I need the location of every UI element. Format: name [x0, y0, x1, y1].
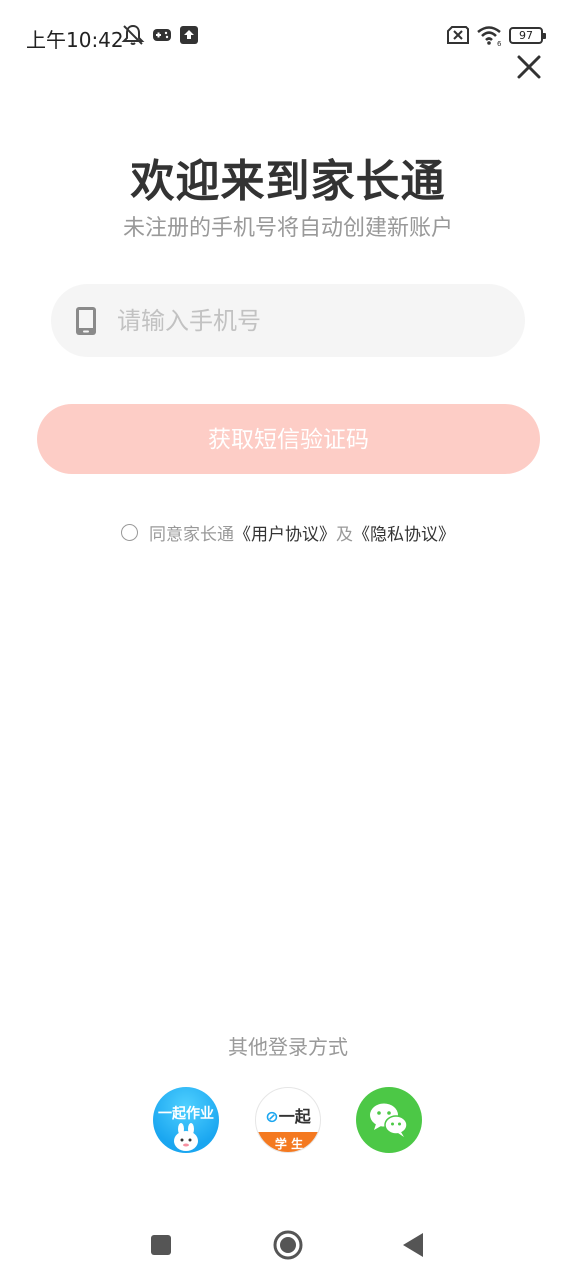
- user-agreement-link[interactable]: 《用户协议》: [234, 520, 336, 545]
- yiqi-student-logo: ⊘一起: [265, 1107, 311, 1126]
- other-login-options: 一起作业 ⊘一起 学 生: [0, 1087, 576, 1153]
- wifi-icon: 6: [477, 26, 502, 46]
- yiqi-zuoye-app-icon[interactable]: 一起作业: [153, 1087, 219, 1153]
- login-screen: 上午10:42 6 97 欢迎来到家长通 未注册的手机号将自动创建新账户 请输入…: [0, 0, 576, 1280]
- upload-icon: [180, 26, 198, 44]
- yiqi-student-logo-text: 一起: [278, 1107, 311, 1126]
- page-title: 欢迎来到家长通: [130, 156, 446, 207]
- recent-apps-icon[interactable]: [150, 1234, 172, 1256]
- wechat-login-button[interactable]: [356, 1087, 422, 1153]
- back-icon[interactable]: [401, 1232, 425, 1258]
- system-nav-bar: [0, 1210, 576, 1280]
- student-badge: 学 生: [274, 1137, 304, 1151]
- rabbit-mascot-icon: [174, 1123, 198, 1151]
- page-subtitle: 未注册的手机号将自动创建新账户: [122, 216, 453, 241]
- phone-input[interactable]: [117, 284, 507, 357]
- status-time: 上午10:42: [26, 28, 124, 52]
- mute-bell-icon: [121, 24, 145, 45]
- wechat-icon: [370, 1103, 408, 1137]
- agreement-checkbox[interactable]: [121, 524, 138, 541]
- close-button[interactable]: [512, 50, 546, 84]
- battery-icon: 97: [509, 27, 546, 44]
- home-icon[interactable]: [272, 1229, 304, 1261]
- yiqi-student-app-icon[interactable]: ⊘一起 学 生: [255, 1087, 321, 1153]
- student-banner: 学 生: [256, 1132, 320, 1152]
- privacy-policy-link[interactable]: 《隐私协议》: [353, 520, 455, 545]
- sim-blocked-icon: [447, 26, 469, 44]
- yiqi-zuoye-label: 一起作业: [158, 1106, 214, 1122]
- svg-text:6: 6: [497, 40, 502, 46]
- phone-icon: [76, 307, 96, 335]
- get-sms-code-button[interactable]: 获取短信验证码: [37, 404, 540, 474]
- battery-level: 97: [519, 29, 533, 42]
- agreement-and: 及: [336, 525, 353, 545]
- status-bar: 上午10:42 6 97: [0, 0, 576, 72]
- gamepad-icon: [153, 29, 171, 41]
- agreement-prefix: 同意家长通: [149, 525, 234, 545]
- phone-field[interactable]: [51, 284, 525, 357]
- other-login-label: 其他登录方式: [228, 1035, 348, 1059]
- agreement-row: 同意家长通 《用户协议》 及 《隐私协议》: [0, 520, 576, 546]
